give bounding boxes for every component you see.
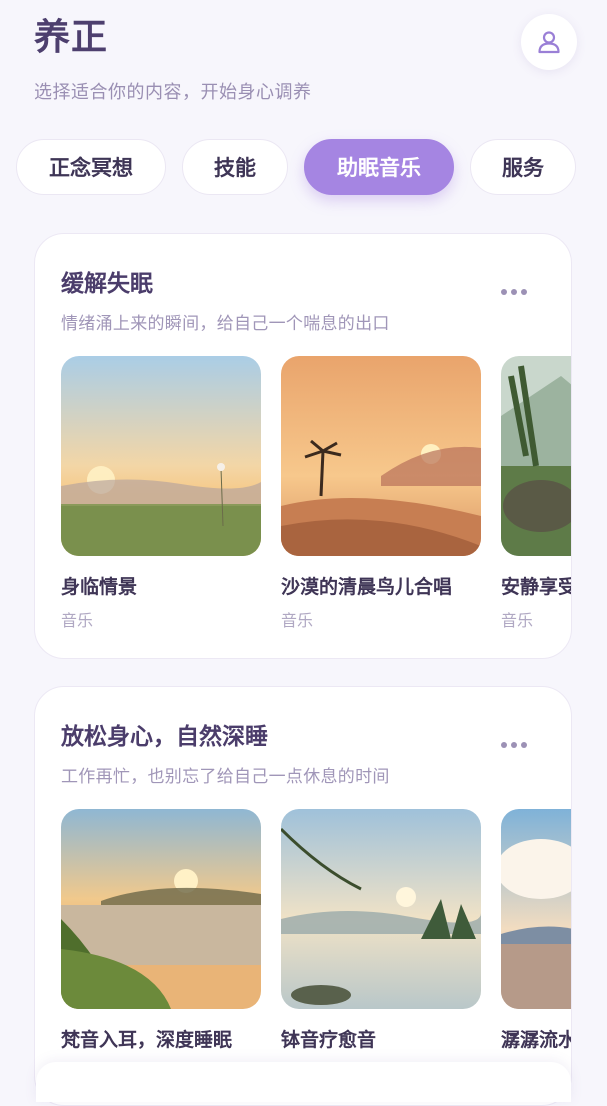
more-options-button[interactable]	[501, 742, 527, 748]
category-tabs: 正念冥想 技能 助眠音乐 服务	[16, 139, 607, 195]
header: 养正 选择适合你的内容，开始身心调养	[34, 14, 577, 104]
music-card[interactable]: 潺潺流水 音乐	[501, 809, 572, 1084]
card-list: 身临情景 音乐 沙漠的清晨鸟儿合唱 音乐 安静享受 音乐	[61, 356, 572, 631]
tab-services[interactable]: 服务	[470, 139, 576, 195]
music-card[interactable]: 安静享受 音乐	[501, 356, 572, 631]
profile-button[interactable]	[521, 14, 577, 70]
music-card[interactable]: 钵音疗愈音 音乐	[281, 809, 481, 1084]
beach-clouds-image	[501, 809, 571, 1009]
card-title: 潺潺流水	[501, 1029, 572, 1051]
card-tag: 音乐	[501, 611, 534, 630]
card-title: 梵音入耳，深度睡眠	[61, 1029, 233, 1051]
music-card[interactable]: 沙漠的清晨鸟儿合唱 音乐	[281, 356, 481, 631]
section-title: 缓解失眠	[61, 271, 153, 297]
desert-palm-image	[281, 356, 481, 556]
dot-icon	[501, 742, 507, 748]
misty-lake-image	[281, 809, 481, 1009]
card-title: 身临情景	[61, 576, 138, 598]
tab-mindfulness[interactable]: 正念冥想	[16, 139, 166, 195]
tab-skills[interactable]: 技能	[182, 139, 288, 195]
tab-sleep-music[interactable]: 助眠音乐	[304, 139, 454, 195]
page-subtitle: 选择适合你的内容，开始身心调养	[34, 82, 312, 103]
bottom-bar	[36, 1062, 571, 1102]
lake-sunrise-image	[61, 809, 261, 1009]
card-title: 安静享受	[501, 576, 572, 598]
card-tag: 音乐	[61, 611, 94, 630]
dot-icon	[501, 289, 507, 295]
page-title: 养正	[34, 17, 109, 58]
section-subtitle: 情绪涌上来的瞬间，给自己一个喘息的出口	[61, 314, 390, 334]
dot-icon	[511, 742, 517, 748]
section-deep-sleep: 放松身心，自然深睡 工作再忙，也别忘了给自己一点休息的时间 梵音入耳，深度睡眠 …	[34, 686, 572, 1106]
user-icon	[538, 31, 560, 54]
card-title: 沙漠的清晨鸟儿合唱	[281, 576, 453, 598]
card-tag: 音乐	[281, 611, 314, 630]
card-title: 钵音疗愈音	[281, 1029, 377, 1051]
dot-icon	[521, 289, 527, 295]
section-relieve-insomnia: 缓解失眠 情绪涌上来的瞬间，给自己一个喘息的出口 身临情景 音乐 沙漠的清晨鸟儿…	[34, 233, 572, 659]
forest-rock-image	[501, 356, 571, 556]
more-options-button[interactable]	[501, 289, 527, 295]
dot-icon	[521, 742, 527, 748]
music-card[interactable]: 身临情景 音乐	[61, 356, 261, 631]
card-list: 梵音入耳，深度睡眠 音乐 钵音疗愈音 音乐	[61, 809, 572, 1084]
meadow-sunrise-image	[61, 356, 261, 556]
section-subtitle: 工作再忙，也别忘了给自己一点休息的时间	[61, 767, 390, 787]
section-title: 放松身心，自然深睡	[61, 724, 268, 750]
dot-icon	[511, 289, 517, 295]
music-card[interactable]: 梵音入耳，深度睡眠 音乐	[61, 809, 261, 1084]
